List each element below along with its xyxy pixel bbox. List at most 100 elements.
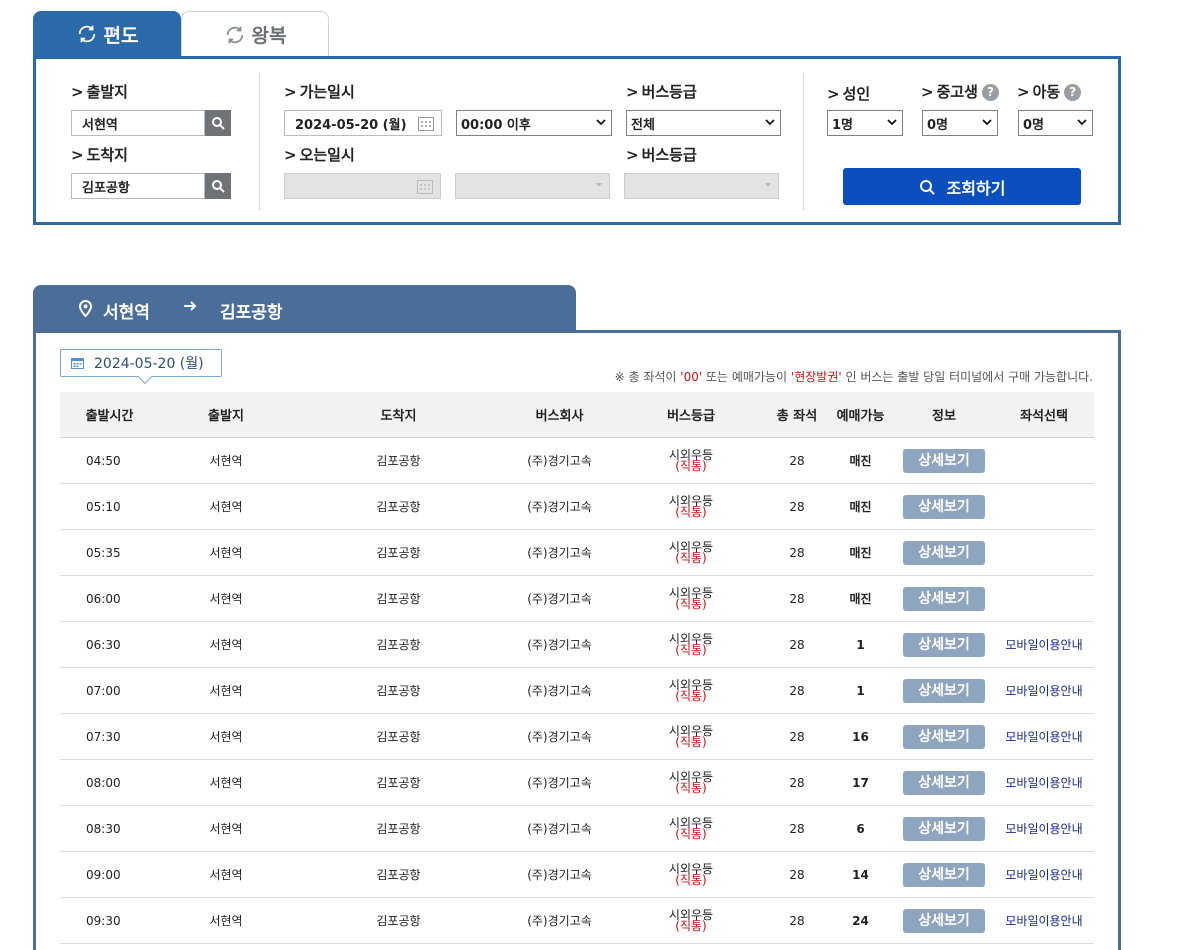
result-date-chip[interactable]: 2024-05-20 (월) xyxy=(60,349,222,377)
detail-button[interactable]: 상세보기 xyxy=(903,632,985,657)
bus-grade: 시외우등 (직통) xyxy=(615,575,767,622)
departure-terminal: 서현역 xyxy=(159,575,293,622)
arrival-label: > 도착지 xyxy=(71,146,128,164)
mobile-guide-link[interactable]: 모바일이용안내 xyxy=(1005,822,1082,836)
table-row: 09:30 서현역 김포공항 (주)경기고속 시외우등 (직통) 28 24 상세보기 모바일이용… xyxy=(60,897,1094,944)
bus-grade: 시외우등 (직통) xyxy=(615,713,767,760)
tab-oneway[interactable]: 편도 xyxy=(33,11,181,57)
return-bus-grade-label: > 버스등급 xyxy=(626,146,697,164)
chevron-down-icon xyxy=(596,119,606,126)
return-date-field[interactable] xyxy=(284,173,441,199)
total-seats: 28 xyxy=(767,667,827,714)
detail-button[interactable]: 상세보기 xyxy=(903,862,985,887)
column-header: 출발지 xyxy=(159,392,293,438)
mobile-guide-link[interactable]: 모바일이용안내 xyxy=(1005,868,1082,882)
detail-button[interactable]: 상세보기 xyxy=(903,816,985,841)
student-count-select[interactable]: 0명 xyxy=(922,110,998,136)
seat-select-cell: 모바일이용안내 xyxy=(994,897,1094,944)
arrival-terminal: 김포공항 xyxy=(293,483,504,530)
departure-terminal: 서현역 xyxy=(159,529,293,576)
available-seats: 1 xyxy=(827,667,894,714)
info-cell: 상세보기 xyxy=(894,529,994,576)
available-seats: 17 xyxy=(827,759,894,806)
info-cell: 상세보기 xyxy=(894,437,994,484)
seat-select-cell xyxy=(994,529,1094,576)
detail-button[interactable]: 상세보기 xyxy=(903,724,985,749)
arrival-terminal: 김포공항 xyxy=(293,851,504,898)
total-seats: 28 xyxy=(767,851,827,898)
return-bus-grade-select[interactable] xyxy=(624,173,779,199)
total-seats: 28 xyxy=(767,483,827,530)
departure-terminal: 서현역 xyxy=(159,483,293,530)
info-cell: 상세보기 xyxy=(894,575,994,622)
mobile-guide-link[interactable]: 모바일이용안내 xyxy=(1005,914,1082,928)
route-to: 김포공항 xyxy=(220,303,283,323)
route-from: 서현역 xyxy=(103,303,150,323)
bus-company: (주)경기고속 xyxy=(504,621,615,668)
bus-company: (주)경기고속 xyxy=(504,667,615,714)
detail-button[interactable]: 상세보기 xyxy=(903,678,985,703)
bus-grade-sub: (직통) xyxy=(675,918,707,933)
mobile-guide-link[interactable]: 모바일이용안내 xyxy=(1005,638,1082,652)
mobile-guide-link[interactable]: 모바일이용안내 xyxy=(1005,730,1082,744)
total-seats: 28 xyxy=(767,897,827,944)
child-count-select[interactable]: 0명 xyxy=(1018,110,1093,136)
departure-search-button[interactable] xyxy=(205,110,231,136)
bus-company: (주)경기고속 xyxy=(504,851,615,898)
location-pin-icon xyxy=(79,300,92,317)
go-time-select[interactable]: 00:00 이후 xyxy=(456,110,612,136)
departure-time: 06:30 xyxy=(60,621,159,668)
table-row: 04:50 서현역 김포공항 (주)경기고속 시외우등 (직통) 28 매진 상세보기 xyxy=(60,437,1094,484)
arrival-terminal: 김포공항 xyxy=(293,713,504,760)
arrival-search-button[interactable] xyxy=(205,173,231,199)
go-date-field[interactable]: 2024-05-20 (월) xyxy=(284,110,442,136)
info-cell: 상세보기 xyxy=(894,713,994,760)
return-date-label: > 오는일시 xyxy=(284,146,355,164)
table-row: 09:00 서현역 김포공항 (주)경기고속 시외우등 (직통) 28 14 상세보기 모바일이용… xyxy=(60,851,1094,898)
detail-button[interactable]: 상세보기 xyxy=(903,448,985,473)
search-submit-button[interactable]: 조회하기 xyxy=(843,168,1081,205)
mobile-guide-link[interactable]: 모바일이용안내 xyxy=(1005,776,1082,790)
departure-terminal: 서현역 xyxy=(159,897,293,944)
arrival-terminal: 김포공항 xyxy=(293,529,504,576)
available-seats: 6 xyxy=(827,805,894,852)
go-date-label: > 가는일시 xyxy=(284,83,355,101)
detail-button[interactable]: 상세보기 xyxy=(903,494,985,519)
detail-button[interactable]: 상세보기 xyxy=(903,770,985,795)
departure-terminal: 서현역 xyxy=(159,621,293,668)
departure-field[interactable]: 서현역 xyxy=(71,110,205,136)
return-time-select[interactable] xyxy=(455,173,610,199)
info-cell: 상세보기 xyxy=(894,851,994,898)
total-seats: 28 xyxy=(767,529,827,576)
detail-button[interactable]: 상세보기 xyxy=(903,586,985,611)
column-header: 버스회사 xyxy=(504,392,615,438)
adult-label: > 성인 xyxy=(827,85,871,103)
table-row: 07:00 서현역 김포공항 (주)경기고속 시외우등 (직통) 28 1 상세보기 모바일이용안… xyxy=(60,667,1094,714)
detail-button[interactable]: 상세보기 xyxy=(903,540,985,565)
available-seats: 16 xyxy=(827,713,894,760)
mobile-guide-link[interactable]: 모바일이용안내 xyxy=(1005,684,1082,698)
bus-company: (주)경기고속 xyxy=(504,713,615,760)
seat-select-cell: 모바일이용안내 xyxy=(994,805,1094,852)
detail-button[interactable]: 상세보기 xyxy=(903,908,985,933)
bus-grade-sub: (직통) xyxy=(675,872,707,887)
departure-label: > 출발지 xyxy=(71,83,128,101)
bus-grade-select[interactable]: 전체 xyxy=(626,110,781,136)
tab-roundtrip[interactable]: 왕복 xyxy=(181,11,329,57)
question-icon[interactable]: ? xyxy=(981,83,999,101)
calendar-icon xyxy=(417,180,433,194)
table-row: 05:35 서현역 김포공항 (주)경기고속 시외우등 (직통) 28 매진 상세보기 xyxy=(60,529,1094,576)
bus-grade: 시외우등 (직통) xyxy=(615,667,767,714)
adult-count-select[interactable]: 1명 xyxy=(827,110,903,136)
schedule-table: 출발시간 출발지 도착지 버스회사 버스등급 총 좌석 예매가능 정보 좌석선택 04:50 서현… xyxy=(60,392,1094,944)
arrival-field[interactable]: 김포공항 xyxy=(71,173,205,199)
chevron-down-icon xyxy=(887,119,897,126)
search-panel: > 출발지 서현역 > 도착지 김포공항 > 가는일시 2024-05-20 (월) … xyxy=(33,56,1121,225)
arrival-terminal: 김포공항 xyxy=(293,621,504,668)
bus-company: (주)경기고속 xyxy=(504,759,615,806)
bus-company: (주)경기고속 xyxy=(504,575,615,622)
departure-terminal: 서현역 xyxy=(159,667,293,714)
search-submit-label: 조회하기 xyxy=(946,178,1006,198)
refresh-icon xyxy=(226,26,243,43)
question-icon[interactable]: ? xyxy=(1064,83,1082,101)
